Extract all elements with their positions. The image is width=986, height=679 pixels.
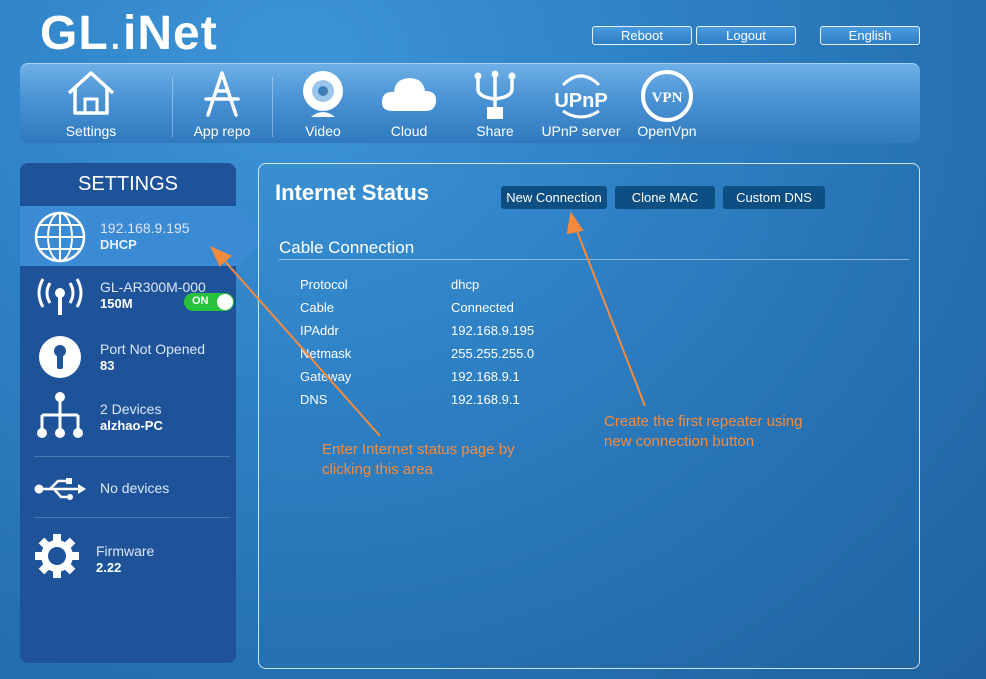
row-key: Netmask (300, 346, 352, 361)
firmware-version: 2.22 (96, 560, 122, 575)
webcam-icon (303, 71, 343, 117)
logo-dot: . (108, 7, 123, 60)
svg-text:VPN: VPN (652, 90, 683, 106)
row-value: 192.168.9.1 (451, 369, 520, 384)
row-key: Protocol (300, 277, 348, 292)
sidebar-item-port[interactable]: Port Not Opened 83 (20, 331, 236, 387)
nav-cloud[interactable]: Cloud (374, 63, 444, 143)
nav-openvpn-label: OpenVpn (637, 123, 697, 139)
annotation-line: clicking this area (322, 461, 433, 478)
annotation-line: new connection button (604, 433, 755, 450)
clone-mac-button[interactable]: Clone MAC (615, 186, 715, 209)
clients-count: 2 Devices (100, 401, 162, 417)
row-value: 192.168.9.195 (451, 323, 535, 338)
annotation-line: Enter Internet status page by (322, 441, 515, 458)
firmware-label: Firmware (96, 543, 155, 559)
annotation-left: Enter Internet status page by clicking t… (322, 440, 515, 480)
logout-button[interactable]: Logout (696, 26, 796, 45)
sidebar-item-wifi[interactable]: GL-AR300M-000 150M ON (20, 271, 236, 327)
nav-settings-label: Settings (65, 123, 117, 139)
network-tree-icon (37, 392, 83, 438)
nav-video[interactable]: Video (288, 63, 358, 143)
logo-text-inet: iNet (123, 7, 218, 60)
nav-upnp-server[interactable]: UPnP UPnP server (538, 63, 624, 143)
nav-video-label: Video (305, 123, 341, 139)
settings-sidebar: SETTINGS 192.168.9.195 DHCP GL-AR300M-00… (20, 163, 268, 663)
nav-divider (172, 77, 173, 137)
annotation-line: Create the first repeater using (604, 413, 803, 430)
client-name: alzhao-PC (100, 418, 163, 433)
cloud-icon (381, 78, 437, 111)
nav-divider (272, 77, 273, 137)
nav-openvpn[interactable]: VPN OpenVpn (630, 63, 704, 143)
port-number: 83 (100, 358, 115, 373)
home-icon (67, 71, 115, 115)
sidebar-item-firmware[interactable]: Firmware 2.22 (20, 525, 236, 585)
vpn-icon: VPN (641, 70, 693, 122)
wifi-speed: 150M (100, 296, 133, 311)
row-key: IPAddr (300, 323, 339, 338)
sidebar-divider (34, 517, 230, 518)
toggle-label: ON (192, 295, 209, 307)
app-store-icon (204, 71, 240, 117)
usb-share-icon (474, 70, 516, 119)
row-key: Cable (300, 300, 334, 315)
row-value: 255.255.255.0 (451, 346, 535, 361)
reboot-button[interactable]: Reboot (592, 26, 692, 45)
logo-text-gl: GL (40, 7, 109, 60)
svg-text:UPnP: UPnP (554, 90, 607, 112)
row-value: Connected (451, 300, 514, 315)
usb-status: No devices (100, 480, 170, 496)
nav-upnp-server-label: UPnP server (541, 123, 621, 139)
page-title: Internet Status (275, 180, 430, 205)
gl-inet-logo: GL.iNet (40, 6, 218, 61)
keyhole-icon (39, 336, 81, 378)
custom-dns-button[interactable]: Custom DNS (723, 186, 825, 209)
section-title: Cable Connection (279, 238, 415, 257)
new-connection-button[interactable]: New Connection (501, 186, 607, 209)
row-value: 192.168.9.1 (451, 392, 520, 407)
toggle-knob (217, 294, 233, 310)
wifi-toggle[interactable]: ON (184, 293, 234, 311)
nav-cloud-label: Cloud (390, 123, 428, 139)
upnp-icon: UPnP (554, 74, 608, 119)
language-select[interactable]: English (820, 26, 920, 45)
usb-icon (34, 478, 86, 500)
sidebar-divider (34, 456, 230, 457)
sidebar-title: SETTINGS (77, 173, 178, 195)
annotation-right: Create the first repeater using new conn… (604, 412, 802, 452)
section-divider (279, 259, 909, 260)
row-value: dhcp (451, 277, 480, 292)
sidebar-item-clients[interactable]: 2 Devices alzhao-PC (20, 389, 236, 447)
internet-ip: 192.168.9.195 (100, 220, 190, 236)
internet-status-panel: Internet Status New Connection Clone MAC… (258, 163, 920, 669)
main-navbar: Settings App repo Video Cloud Share UPnP… (20, 63, 920, 143)
wifi-icon (37, 278, 83, 315)
row-key: Gateway (300, 369, 352, 384)
sidebar-item-internet[interactable]: 192.168.9.195 DHCP (20, 206, 268, 266)
nav-share[interactable]: Share (460, 63, 530, 143)
gear-icon (35, 534, 79, 578)
nav-app-repo[interactable]: App repo (180, 63, 264, 143)
port-status: Port Not Opened (100, 341, 206, 357)
sidebar-item-usb[interactable]: No devices (20, 465, 236, 515)
internet-protocol: DHCP (100, 237, 137, 252)
globe-icon (34, 211, 86, 263)
nav-settings[interactable]: Settings (50, 63, 132, 143)
nav-app-repo-label: App repo (193, 123, 251, 139)
row-key: DNS (300, 392, 328, 407)
nav-share-label: Share (476, 123, 514, 139)
